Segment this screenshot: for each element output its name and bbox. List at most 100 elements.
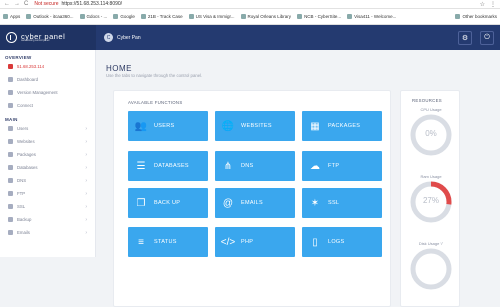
- bookmark-item[interactable]: Gdocs - ...: [79, 14, 107, 19]
- sidebar-item-users[interactable]: Users ›: [0, 122, 95, 135]
- bookmark-icon: [79, 14, 85, 19]
- avatar: C: [104, 33, 113, 42]
- resources-panel: RESOURCES CPU Usage 0% Ram Usage 27% Dis…: [400, 90, 460, 307]
- back-icon[interactable]: ←: [4, 1, 10, 7]
- sidebar-item-server-ip[interactable]: 51.68.253.114: [0, 60, 95, 73]
- cubes-icon: [8, 152, 13, 157]
- function-php-button[interactable]: </> PHP: [215, 227, 295, 257]
- disk-usage-gauge: Disk Usage '/': [408, 241, 454, 291]
- function-packages-button[interactable]: ▦ PACKAGES: [302, 111, 382, 141]
- chevron-right-icon: ›: [85, 138, 87, 145]
- copy-icon: [8, 217, 13, 222]
- sitemap-icon: ⋔: [223, 160, 233, 172]
- reload-icon[interactable]: C: [24, 1, 28, 7]
- menu-icon[interactable]: ⋮: [490, 1, 496, 8]
- bookmark-item[interactable]: US Visa & Immigr...: [188, 14, 235, 19]
- function-status-button[interactable]: ≡ STATUS: [128, 227, 208, 257]
- chevron-right-icon: ›: [85, 229, 87, 236]
- star-icon[interactable]: ☆: [480, 1, 485, 8]
- sidebar: OVERVIEW 51.68.253.114 Dashboard Version…: [0, 50, 96, 257]
- bookmark-icon: [188, 14, 194, 19]
- at-icon: [8, 230, 13, 235]
- logout-button[interactable]: ⏻: [480, 30, 494, 45]
- ram-usage-gauge: Ram Usage 27%: [408, 174, 454, 224]
- folder-icon: [455, 14, 461, 19]
- sidebar-item-packages[interactable]: Packages ›: [0, 148, 95, 161]
- bookmark-icon: [297, 14, 303, 19]
- sidebar-item-emails[interactable]: Emails ›: [0, 226, 95, 239]
- brand[interactable]: cyber panel web hosting control panel: [0, 25, 96, 50]
- main-content: HOME Use the tabs to navigate through th…: [96, 50, 500, 307]
- sitemap-icon: [8, 178, 13, 183]
- code-icon: </>: [220, 236, 236, 248]
- bookmark-item[interactable]: 21B - Track Case: [140, 14, 183, 19]
- chevron-right-icon: ›: [85, 203, 87, 210]
- sidebar-item-ftp[interactable]: FTP ›: [0, 187, 95, 200]
- chevron-right-icon: ›: [85, 125, 87, 132]
- bookmark-item[interactable]: Royal Orleans Library: [240, 14, 291, 19]
- gauge-value: 0%: [425, 129, 437, 138]
- user-name: Cyber Pan: [117, 34, 141, 41]
- available-functions-panel: AVAILABLE FUNCTIONS 👥 USERS 🌐 WEBSITES ▦ PA…: [113, 90, 391, 307]
- dashboard-icon: [8, 77, 13, 82]
- app-header: cyber panel web hosting control panel C …: [0, 25, 500, 50]
- function-databases-button[interactable]: ☰ DATABASES: [128, 151, 208, 181]
- chevron-right-icon: ›: [85, 151, 87, 158]
- sidebar-item-databases[interactable]: Databases ›: [0, 161, 95, 174]
- globe-icon: 🌐: [221, 120, 235, 132]
- function-logs-button[interactable]: ▯ LOGS: [302, 227, 382, 257]
- forward-icon[interactable]: →: [14, 1, 20, 7]
- sidebar-item-dns[interactable]: DNS ›: [0, 174, 95, 187]
- sidebar-item-connect[interactable]: Connect: [0, 99, 95, 112]
- brand-tagline: web hosting control panel: [21, 39, 50, 42]
- sidebar-item-websites[interactable]: Websites ›: [0, 135, 95, 148]
- globe-icon: [8, 139, 13, 144]
- chevron-right-icon: ›: [85, 164, 87, 171]
- function-emails-button[interactable]: @ EMAILS: [215, 188, 295, 218]
- cpu-usage-gauge: CPU Usage 0%: [408, 107, 454, 157]
- gauge-value: 27%: [422, 196, 439, 205]
- bookmark-item[interactable]: Google: [113, 14, 135, 19]
- lock-icon: [8, 204, 13, 209]
- bookmark-icon: [347, 14, 353, 19]
- sidebar-item-backup[interactable]: Backup ›: [0, 213, 95, 226]
- user-menu[interactable]: C Cyber Pan: [104, 33, 141, 42]
- address-bar[interactable]: Not secure https://51.68.253.114:8090/: [34, 1, 122, 7]
- bookmark-item[interactable]: Visa411 - Welcome...: [347, 14, 396, 19]
- function-backup-button[interactable]: ❐ BACK UP: [128, 188, 208, 218]
- function-websites-button[interactable]: 🌐 WEBSITES: [215, 111, 295, 141]
- bookmark-item[interactable]: Outlook - itcaa360...: [26, 14, 74, 19]
- users-icon: 👥: [134, 120, 148, 132]
- at-icon: @: [222, 197, 234, 209]
- settings-button[interactable]: ⚙: [458, 30, 472, 45]
- copy-icon: ❐: [136, 197, 146, 209]
- function-users-button[interactable]: 👥 USERS: [128, 111, 208, 141]
- users-icon: [8, 126, 13, 131]
- cloud-upload-icon: [8, 191, 13, 196]
- other-bookmarks[interactable]: Other bookmarks: [455, 14, 500, 19]
- cubes-icon: ▦: [310, 120, 320, 132]
- lock-icon: ✶: [310, 197, 320, 209]
- server-icon: [8, 64, 13, 69]
- sidebar-item-ssl[interactable]: SSL ›: [0, 200, 95, 213]
- sidebar-item-version-management[interactable]: Version Management: [0, 86, 95, 99]
- bookmarks-bar: Apps Outlook - itcaa360... Gdocs - ... G…: [0, 9, 500, 25]
- not-secure-label: Not secure: [34, 1, 59, 7]
- bookmark-item[interactable]: Apps: [3, 14, 20, 19]
- cloud-upload-icon: ☁: [310, 160, 320, 172]
- chevron-right-icon: ›: [85, 190, 87, 197]
- function-ftp-button[interactable]: ☁ FTP: [302, 151, 382, 181]
- cyberpanel-logo-icon: [6, 32, 17, 43]
- url-text: https://51.68.253.114:8090/: [61, 1, 123, 7]
- database-icon: ☰: [136, 160, 146, 172]
- bookmark-item[interactable]: NCB - CyberSite...: [297, 14, 341, 19]
- chevron-right-icon: ›: [85, 216, 87, 223]
- chevron-right-icon: ›: [85, 177, 87, 184]
- function-dns-button[interactable]: ⋔ DNS: [215, 151, 295, 181]
- file-icon: ▯: [312, 236, 318, 248]
- function-ssl-button[interactable]: ✶ SSL: [302, 188, 382, 218]
- sidebar-item-dashboard[interactable]: Dashboard: [0, 73, 95, 86]
- resources-title: RESOURCES: [412, 98, 442, 103]
- version-icon: [8, 90, 13, 95]
- bookmark-icon: [26, 14, 32, 19]
